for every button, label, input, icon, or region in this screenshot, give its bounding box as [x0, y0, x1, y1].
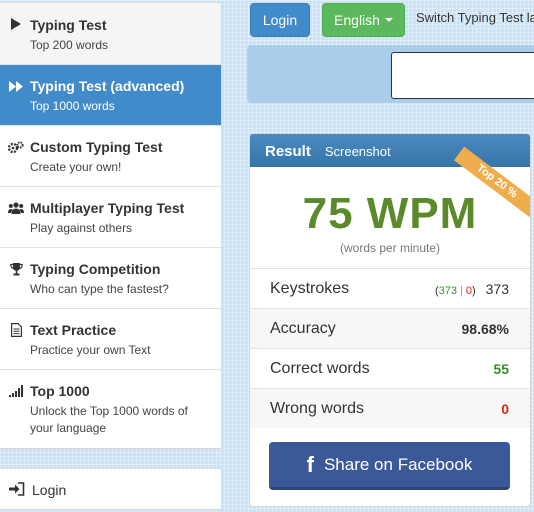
login-label: Login [32, 482, 67, 498]
sidebar-item-subtitle: Who can type the fastest? [30, 282, 169, 296]
stats-table: Keystrokes (373 | 0) 373 Accuracy 98.68% C… [250, 268, 530, 428]
stat-label: Keystrokes [270, 279, 350, 297]
switch-language-text: Switch Typing Test la [416, 10, 534, 25]
sidebar-item-title: Typing Test [30, 17, 107, 33]
result-panel: Result Screenshot Top 20 % 75 WPM (words… [249, 133, 531, 507]
share-facebook-label: Share on Facebook [323, 454, 473, 474]
sidebar-item-title: Typing Test (advanced) [30, 78, 185, 94]
sidebar-item-title: Top 1000 [30, 383, 90, 399]
sidebar-item-title: Typing Competition [30, 261, 161, 277]
language-label: English [334, 12, 380, 28]
sidebar-login-link[interactable]: Login [0, 468, 222, 510]
keystrokes-wrong: 0 [465, 284, 472, 297]
screenshot-link[interactable]: Screenshot [325, 144, 391, 159]
sidebar-item-typing-test-advanced[interactable]: Typing Test (advanced) Top 1000 words [0, 65, 221, 126]
sidebar-menu: Typing Test Top 200 words Typing Test (a… [0, 2, 222, 449]
facebook-icon: f [306, 451, 314, 477]
login-icon [9, 481, 27, 497]
keystrokes-separator: | [459, 284, 463, 297]
fast-forward-icon [8, 79, 24, 93]
typing-input[interactable] [391, 52, 534, 99]
stat-row-wrong-words: Wrong words 0 [250, 388, 530, 428]
stat-label: Wrong words [270, 399, 364, 417]
sidebar-item-subtitle: Top 200 words [30, 38, 109, 52]
document-icon [8, 323, 24, 337]
stat-label: Correct words [270, 359, 370, 377]
stat-label: Accuracy [270, 319, 336, 337]
sidebar-item-typing-competition[interactable]: Typing Competition Who can type the fast… [0, 248, 221, 309]
stat-row-keystrokes: Keystrokes (373 | 0) 373 [250, 268, 530, 308]
trophy-icon [8, 262, 24, 276]
sidebar-item-title: Multiplayer Typing Test [30, 200, 185, 216]
sidebar-item-subtitle: Practice your own Text [30, 343, 151, 357]
play-icon [8, 17, 24, 31]
sidebar-item-subtitle: Create your own! [30, 160, 122, 174]
sidebar-item-top-1000[interactable]: Top 1000 Unlock the Top 1000 words of yo… [0, 370, 221, 448]
sidebar-item-subtitle: Top 1000 words [30, 99, 115, 113]
sidebar-item-multiplayer[interactable]: Multiplayer Typing Test Play against oth… [0, 187, 221, 248]
sidebar-item-subtitle: Play against others [30, 221, 133, 235]
caret-down-icon [384, 18, 393, 22]
result-title: Result [265, 143, 311, 160]
sidebar-item-custom-typing-test[interactable]: Custom Typing Test Create your own! [0, 126, 221, 187]
keystrokes-correct: 373 [438, 284, 457, 297]
signal-bars-icon [8, 384, 24, 398]
stat-row-accuracy: Accuracy 98.68% [250, 308, 530, 348]
keystrokes-breakdown: (373 | 0) [434, 284, 476, 297]
stat-row-correct-words: Correct words 55 [250, 348, 530, 388]
wpm-value: 75 WPM [302, 189, 478, 238]
keystrokes-total: 373 [485, 280, 509, 297]
wrong-words-value: 0 [501, 400, 509, 417]
sidebar-item-text-practice[interactable]: Text Practice Practice your own Text [0, 309, 221, 370]
correct-words-value: 55 [493, 360, 509, 377]
users-icon [8, 201, 24, 215]
sidebar-item-typing-test[interactable]: Typing Test Top 200 words [0, 3, 221, 65]
wpm-caption: (words per minute) [339, 241, 441, 255]
language-dropdown[interactable]: English [322, 3, 405, 37]
sidebar-item-title: Custom Typing Test [30, 139, 163, 155]
share-facebook-button[interactable]: f Share on Facebook [269, 442, 510, 490]
accuracy-value: 98.68% [461, 320, 509, 337]
login-button[interactable]: Login [250, 3, 310, 37]
sidebar-item-subtitle: Unlock the Top 1000 words of your langua… [30, 404, 188, 435]
sidebar-item-title: Text Practice [30, 322, 117, 338]
result-header: Result Screenshot [250, 134, 530, 167]
gears-icon [8, 140, 24, 154]
